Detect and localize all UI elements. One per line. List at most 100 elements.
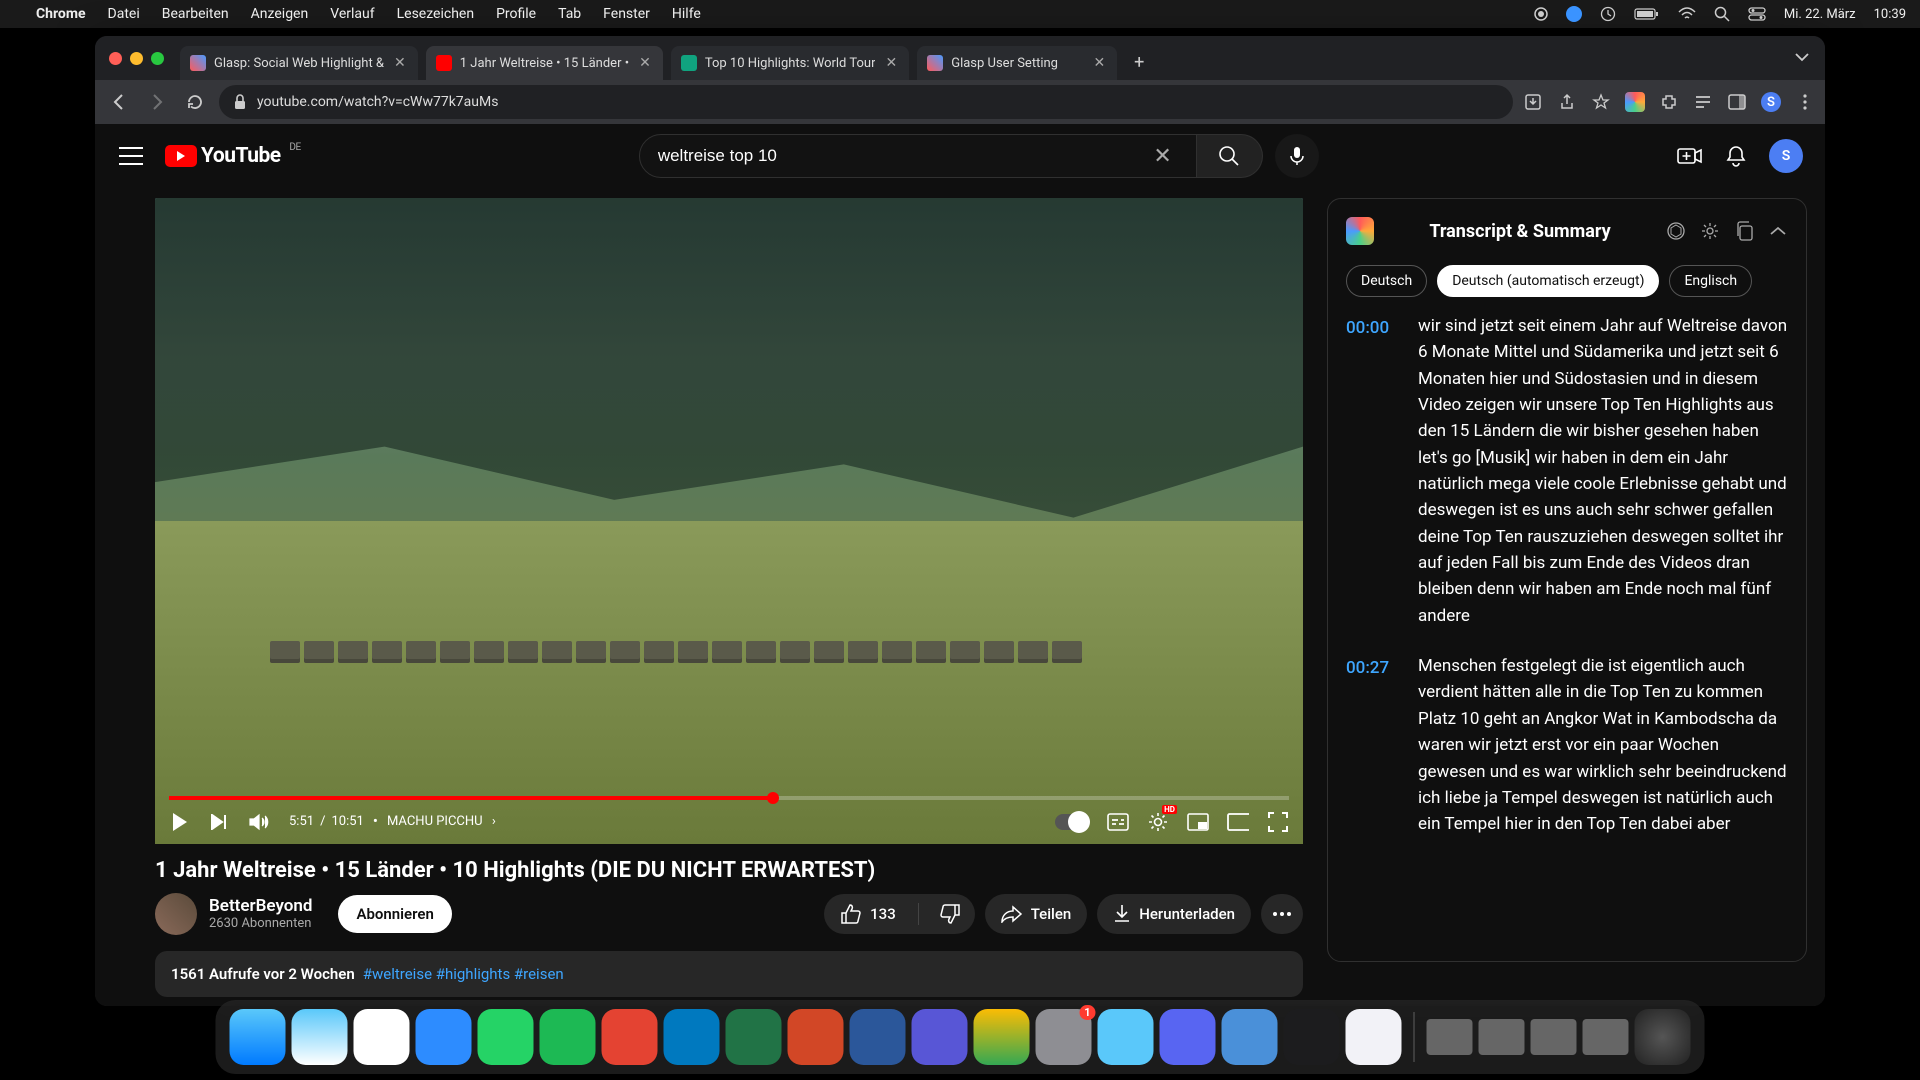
extensions-icon[interactable] [1659,92,1679,112]
dock-app-quicktime[interactable] [1222,1009,1278,1065]
window-close-button[interactable] [109,52,122,65]
subtitles-button[interactable] [1107,811,1129,833]
nav-back-button[interactable] [105,88,133,116]
dock-app-preview[interactable] [1346,1009,1402,1065]
menubar-app-name[interactable]: Chrome [36,6,86,22]
clear-search-icon[interactable]: ✕ [1147,144,1177,169]
dock-app-powerpoint[interactable] [788,1009,844,1065]
settings-icon[interactable] [1700,221,1720,241]
like-button[interactable] [840,904,862,924]
clock-icon[interactable] [1600,6,1616,22]
menu-bearbeiten[interactable]: Bearbeiten [162,6,229,22]
dock-app-whatsapp[interactable] [478,1009,534,1065]
voice-search-button[interactable] [1275,134,1319,178]
dock-minimized-window[interactable] [1531,1019,1577,1055]
install-icon[interactable] [1523,92,1543,112]
youtube-logo[interactable]: YouTube DE [165,144,281,168]
download-button[interactable]: Herunterladen [1097,894,1251,934]
dock-app-spotify[interactable] [540,1009,596,1065]
menu-profile[interactable]: Profile [496,6,536,22]
tab-close-icon[interactable]: ✕ [883,55,899,71]
search-submit-button[interactable] [1197,134,1263,178]
transcript-text[interactable]: Menschen festgelegt die ist eigentlich a… [1418,653,1788,837]
youtube-profile-avatar[interactable]: S [1769,139,1803,173]
collapse-icon[interactable] [1768,221,1788,241]
share-icon[interactable] [1557,92,1577,112]
browser-tab[interactable]: Glasp User Setting ✕ [917,46,1117,80]
transcript-timestamp[interactable]: 00:00 [1346,313,1400,629]
hamburger-menu-icon[interactable] [117,142,145,170]
create-video-icon[interactable] [1677,146,1703,166]
notifications-bell-icon[interactable] [1725,144,1747,168]
transcript-text[interactable]: wir sind jetzt seit einem Jahr auf Weltr… [1418,313,1788,629]
chrome-menu-icon[interactable] [1795,92,1815,112]
subscribe-button[interactable]: Abonnieren [338,895,451,933]
sidepanel-icon[interactable] [1727,92,1747,112]
glasp-extension-icon[interactable] [1625,92,1645,112]
volume-button[interactable] [249,811,271,833]
miniplayer-button[interactable] [1187,811,1209,833]
menu-datei[interactable]: Datei [108,6,140,22]
chapter-chevron-icon[interactable]: › [489,814,496,829]
chrome-profile-avatar[interactable]: S [1761,92,1781,112]
dock-app-safari[interactable] [292,1009,348,1065]
openai-icon[interactable] [1666,221,1686,241]
dock-app-chrome[interactable] [354,1009,410,1065]
menu-tab[interactable]: Tab [558,6,581,22]
dock-app-messages[interactable] [1098,1009,1154,1065]
settings-gear-button[interactable]: HD [1147,811,1169,833]
bookmark-star-icon[interactable] [1591,92,1611,112]
dock-minimized-window[interactable] [1583,1019,1629,1055]
autoplay-toggle[interactable] [1055,814,1089,830]
tab-close-icon[interactable]: ✕ [637,55,653,71]
video-chapter-name[interactable]: MACHU PICCHU [387,814,483,829]
dislike-button[interactable] [931,904,975,924]
window-minimize-button[interactable] [130,52,143,65]
dock-app-discord[interactable] [1160,1009,1216,1065]
lang-chip-deutsch-auto[interactable]: Deutsch (automatisch erzeugt) [1437,265,1659,297]
dock-minimized-window[interactable] [1427,1019,1473,1055]
transcript-timestamp[interactable]: 00:27 [1346,653,1400,837]
browser-tab[interactable]: Glasp: Social Web Highlight & ✕ [180,46,418,80]
dock-app-gdrive[interactable] [974,1009,1030,1065]
battery-icon[interactable] [1634,7,1660,21]
copy-icon[interactable] [1734,221,1754,241]
dock-app-word[interactable] [850,1009,906,1065]
menu-lesezeichen[interactable]: Lesezeichen [397,6,474,22]
youtube-search-field[interactable]: ✕ [639,134,1197,178]
menu-fenster[interactable]: Fenster [603,6,650,22]
fullscreen-button[interactable] [1267,811,1289,833]
dock-app-finder[interactable] [230,1009,286,1065]
video-player[interactable]: 5:51 / 10:51 • MACHU PICCHU › [155,198,1303,844]
dock-app-settings[interactable] [1036,1009,1092,1065]
status-dot-icon[interactable] [1566,6,1582,22]
dock-app-todoist[interactable] [602,1009,658,1065]
menu-anzeigen[interactable]: Anzeigen [251,6,309,22]
nav-reload-button[interactable] [181,88,209,116]
tab-close-icon[interactable]: ✕ [1091,55,1107,71]
video-description[interactable]: 1561 Aufrufe vor 2 Wochen #weltreise #hi… [155,951,1303,997]
tab-overflow-button[interactable] [1795,53,1815,63]
menu-verlauf[interactable]: Verlauf [330,6,374,22]
dock-minimized-window[interactable] [1479,1019,1525,1055]
dock-trash[interactable] [1635,1009,1691,1065]
tab-close-icon[interactable]: ✕ [392,55,408,71]
reading-list-icon[interactable] [1693,92,1713,112]
dock-app-zoom[interactable] [416,1009,472,1065]
window-maximize-button[interactable] [151,52,164,65]
video-hashtags[interactable]: #weltreise #highlights #reisen [363,965,564,983]
control-center-icon[interactable] [1748,7,1766,21]
menubar-time[interactable]: 10:39 [1874,7,1906,22]
more-actions-button[interactable] [1261,894,1303,934]
browser-tab[interactable]: Top 10 Highlights: World Tour ✕ [671,46,909,80]
new-tab-button[interactable]: + [1125,48,1153,76]
channel-name[interactable]: BetterBeyond [209,896,312,916]
dock-app-voice[interactable] [1284,1009,1340,1065]
menubar-date[interactable]: Mi. 22. März [1784,7,1856,22]
nav-forward-button[interactable] [143,88,171,116]
next-video-button[interactable] [209,811,231,833]
browser-tab[interactable]: 1 Jahr Weltreise • 15 Länder • ✕ [426,46,663,80]
omnibox[interactable]: youtube.com/watch?v=cWw77k7auMs [219,85,1513,119]
menu-hilfe[interactable]: Hilfe [672,6,701,22]
play-button[interactable] [169,811,191,833]
